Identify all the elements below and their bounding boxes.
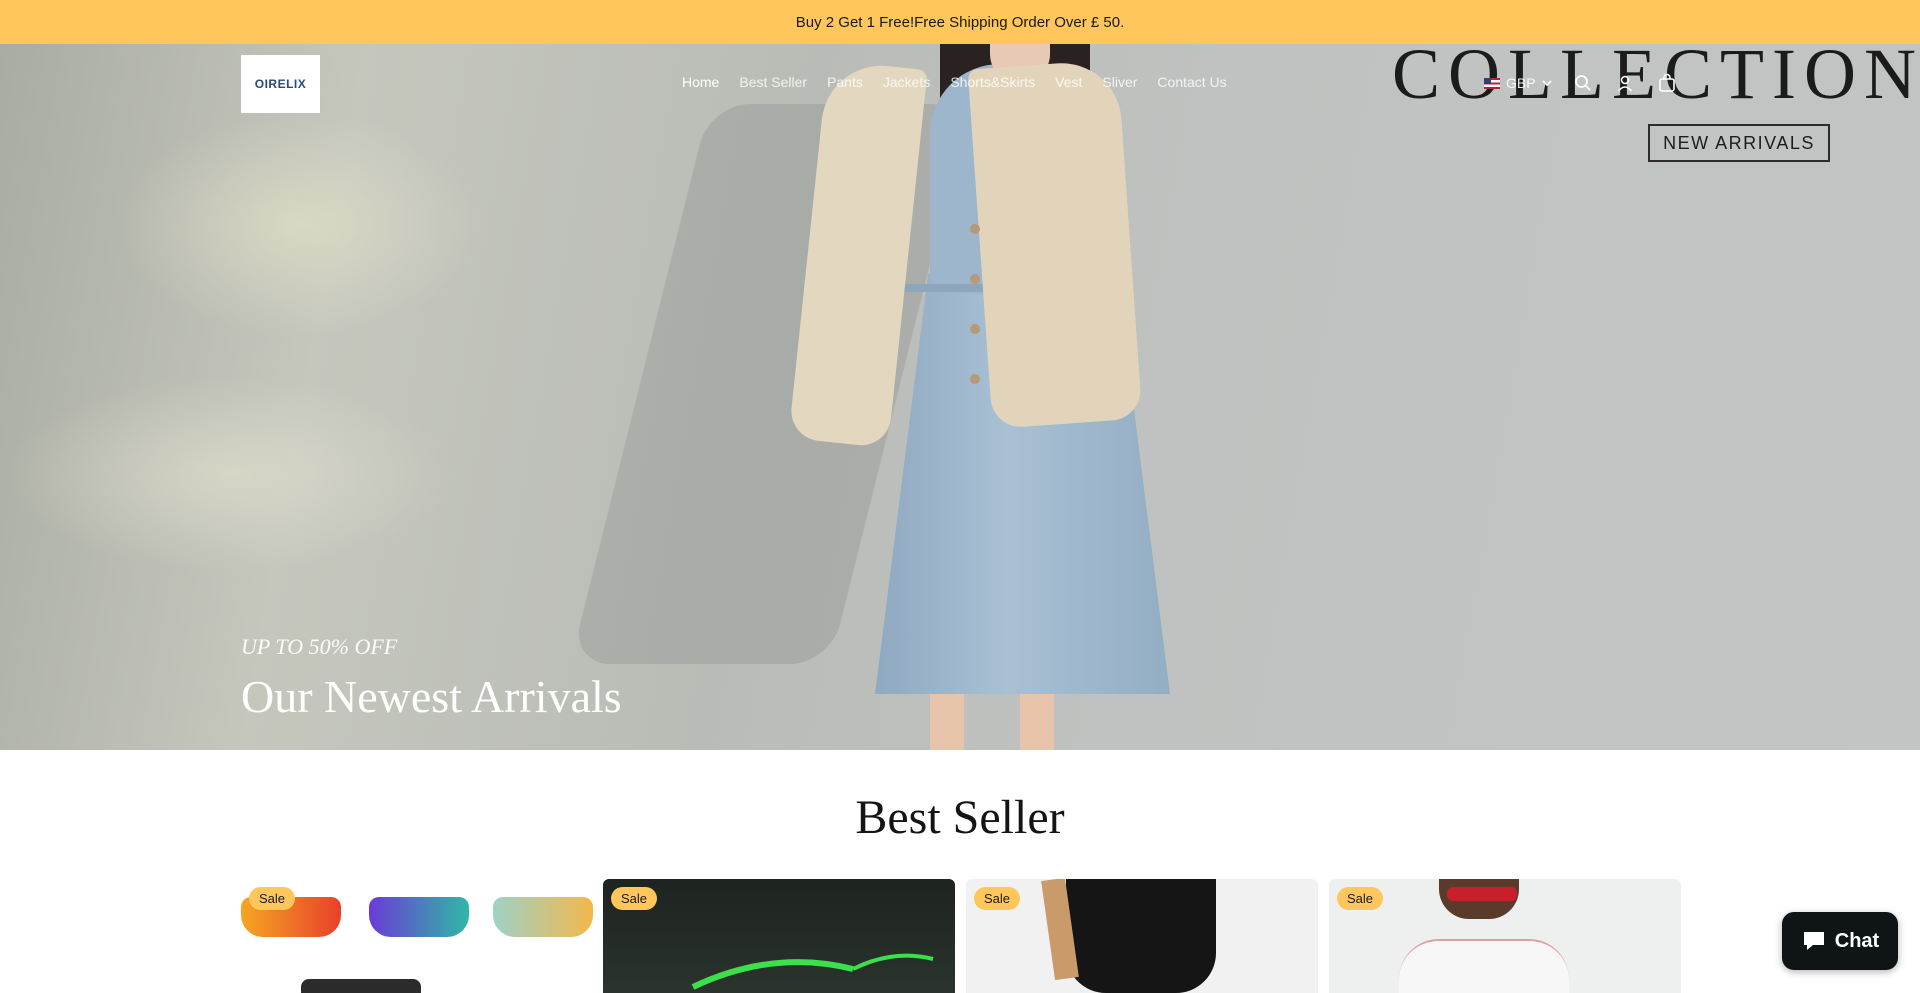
chat-button[interactable]: Chat — [1782, 912, 1898, 970]
logo-text: OIRELIX — [254, 77, 307, 91]
best-seller-heading: Best Seller — [855, 791, 1065, 844]
cart-button[interactable] — [1656, 72, 1678, 94]
search-button[interactable] — [1572, 72, 1594, 94]
nav-pants[interactable]: Pants — [827, 74, 863, 90]
red-sunglasses — [1447, 887, 1517, 901]
sunglasses-frame — [301, 979, 421, 993]
sale-badge: Sale — [611, 887, 658, 910]
nav-shorts-skirts[interactable]: Shorts&Skirts — [950, 74, 1035, 90]
product-model-shirt — [1399, 939, 1569, 993]
sale-badge: Sale — [974, 887, 1021, 910]
announcement-bar: Buy 2 Get 1 Free!Free Shipping Order Ove… — [0, 0, 1920, 44]
cardigan-button — [970, 274, 980, 284]
cardigan-button — [970, 224, 980, 234]
site-header: OIRELIX Home Best Seller Pants Jackets S… — [0, 44, 1920, 124]
hero-model-image — [780, 44, 1170, 750]
new-arrivals-label: NEW ARRIVALS — [1648, 124, 1830, 162]
nav-sliver[interactable]: Sliver — [1102, 74, 1137, 90]
hero-title: Our Newest Arrivals — [241, 671, 622, 722]
nav-jackets[interactable]: Jackets — [883, 74, 930, 90]
main-nav: Home Best Seller Pants Jackets Shorts&Sk… — [682, 74, 1227, 90]
user-icon — [1617, 75, 1632, 92]
nav-contact-us[interactable]: Contact Us — [1157, 74, 1226, 90]
hero-banner[interactable]: COLLECTION NEW ARRIVALS UP TO 50% OFF Ou… — [0, 44, 1920, 750]
sale-badge: Sale — [1337, 887, 1384, 910]
chat-bubble-icon — [1803, 932, 1824, 950]
cardigan-button — [970, 374, 980, 384]
currency-selector[interactable]: GBP — [1484, 75, 1552, 91]
nav-home[interactable]: Home — [682, 74, 719, 90]
nav-vest[interactable]: Vest — [1055, 74, 1082, 90]
product-card[interactable]: Sale — [241, 879, 593, 993]
chevron-down-icon — [1542, 80, 1552, 87]
sunglasses-lens — [493, 897, 593, 937]
nav-best-seller[interactable]: Best Seller — [739, 74, 807, 90]
announcement-text: Buy 2 Get 1 Free!Free Shipping Order Ove… — [795, 13, 1125, 31]
currency-code: GBP — [1506, 75, 1536, 91]
product-card[interactable]: Sale — [966, 879, 1318, 993]
chat-label: Chat — [1834, 929, 1880, 952]
sunglasses-lens — [369, 897, 469, 937]
site-logo[interactable]: OIRELIX — [241, 55, 320, 113]
us-flag-icon — [1484, 77, 1500, 89]
product-card[interactable]: Sale — [1329, 879, 1681, 993]
product-card[interactable]: Sale — [603, 879, 955, 993]
account-button[interactable] — [1614, 72, 1636, 94]
header-tools: GBP — [1484, 72, 1678, 94]
product-model-black-outfit — [1066, 879, 1216, 993]
search-icon — [1574, 75, 1591, 91]
hero-subtitle: UP TO 50% OFF — [241, 634, 398, 659]
model-leg — [930, 694, 964, 750]
sale-badge: Sale — [249, 887, 296, 910]
bag-icon — [1658, 73, 1675, 92]
cardigan-button — [970, 324, 980, 334]
model-leg — [1020, 694, 1054, 750]
hero-text: UP TO 50% OFF Our Newest Arrivals — [241, 634, 622, 723]
